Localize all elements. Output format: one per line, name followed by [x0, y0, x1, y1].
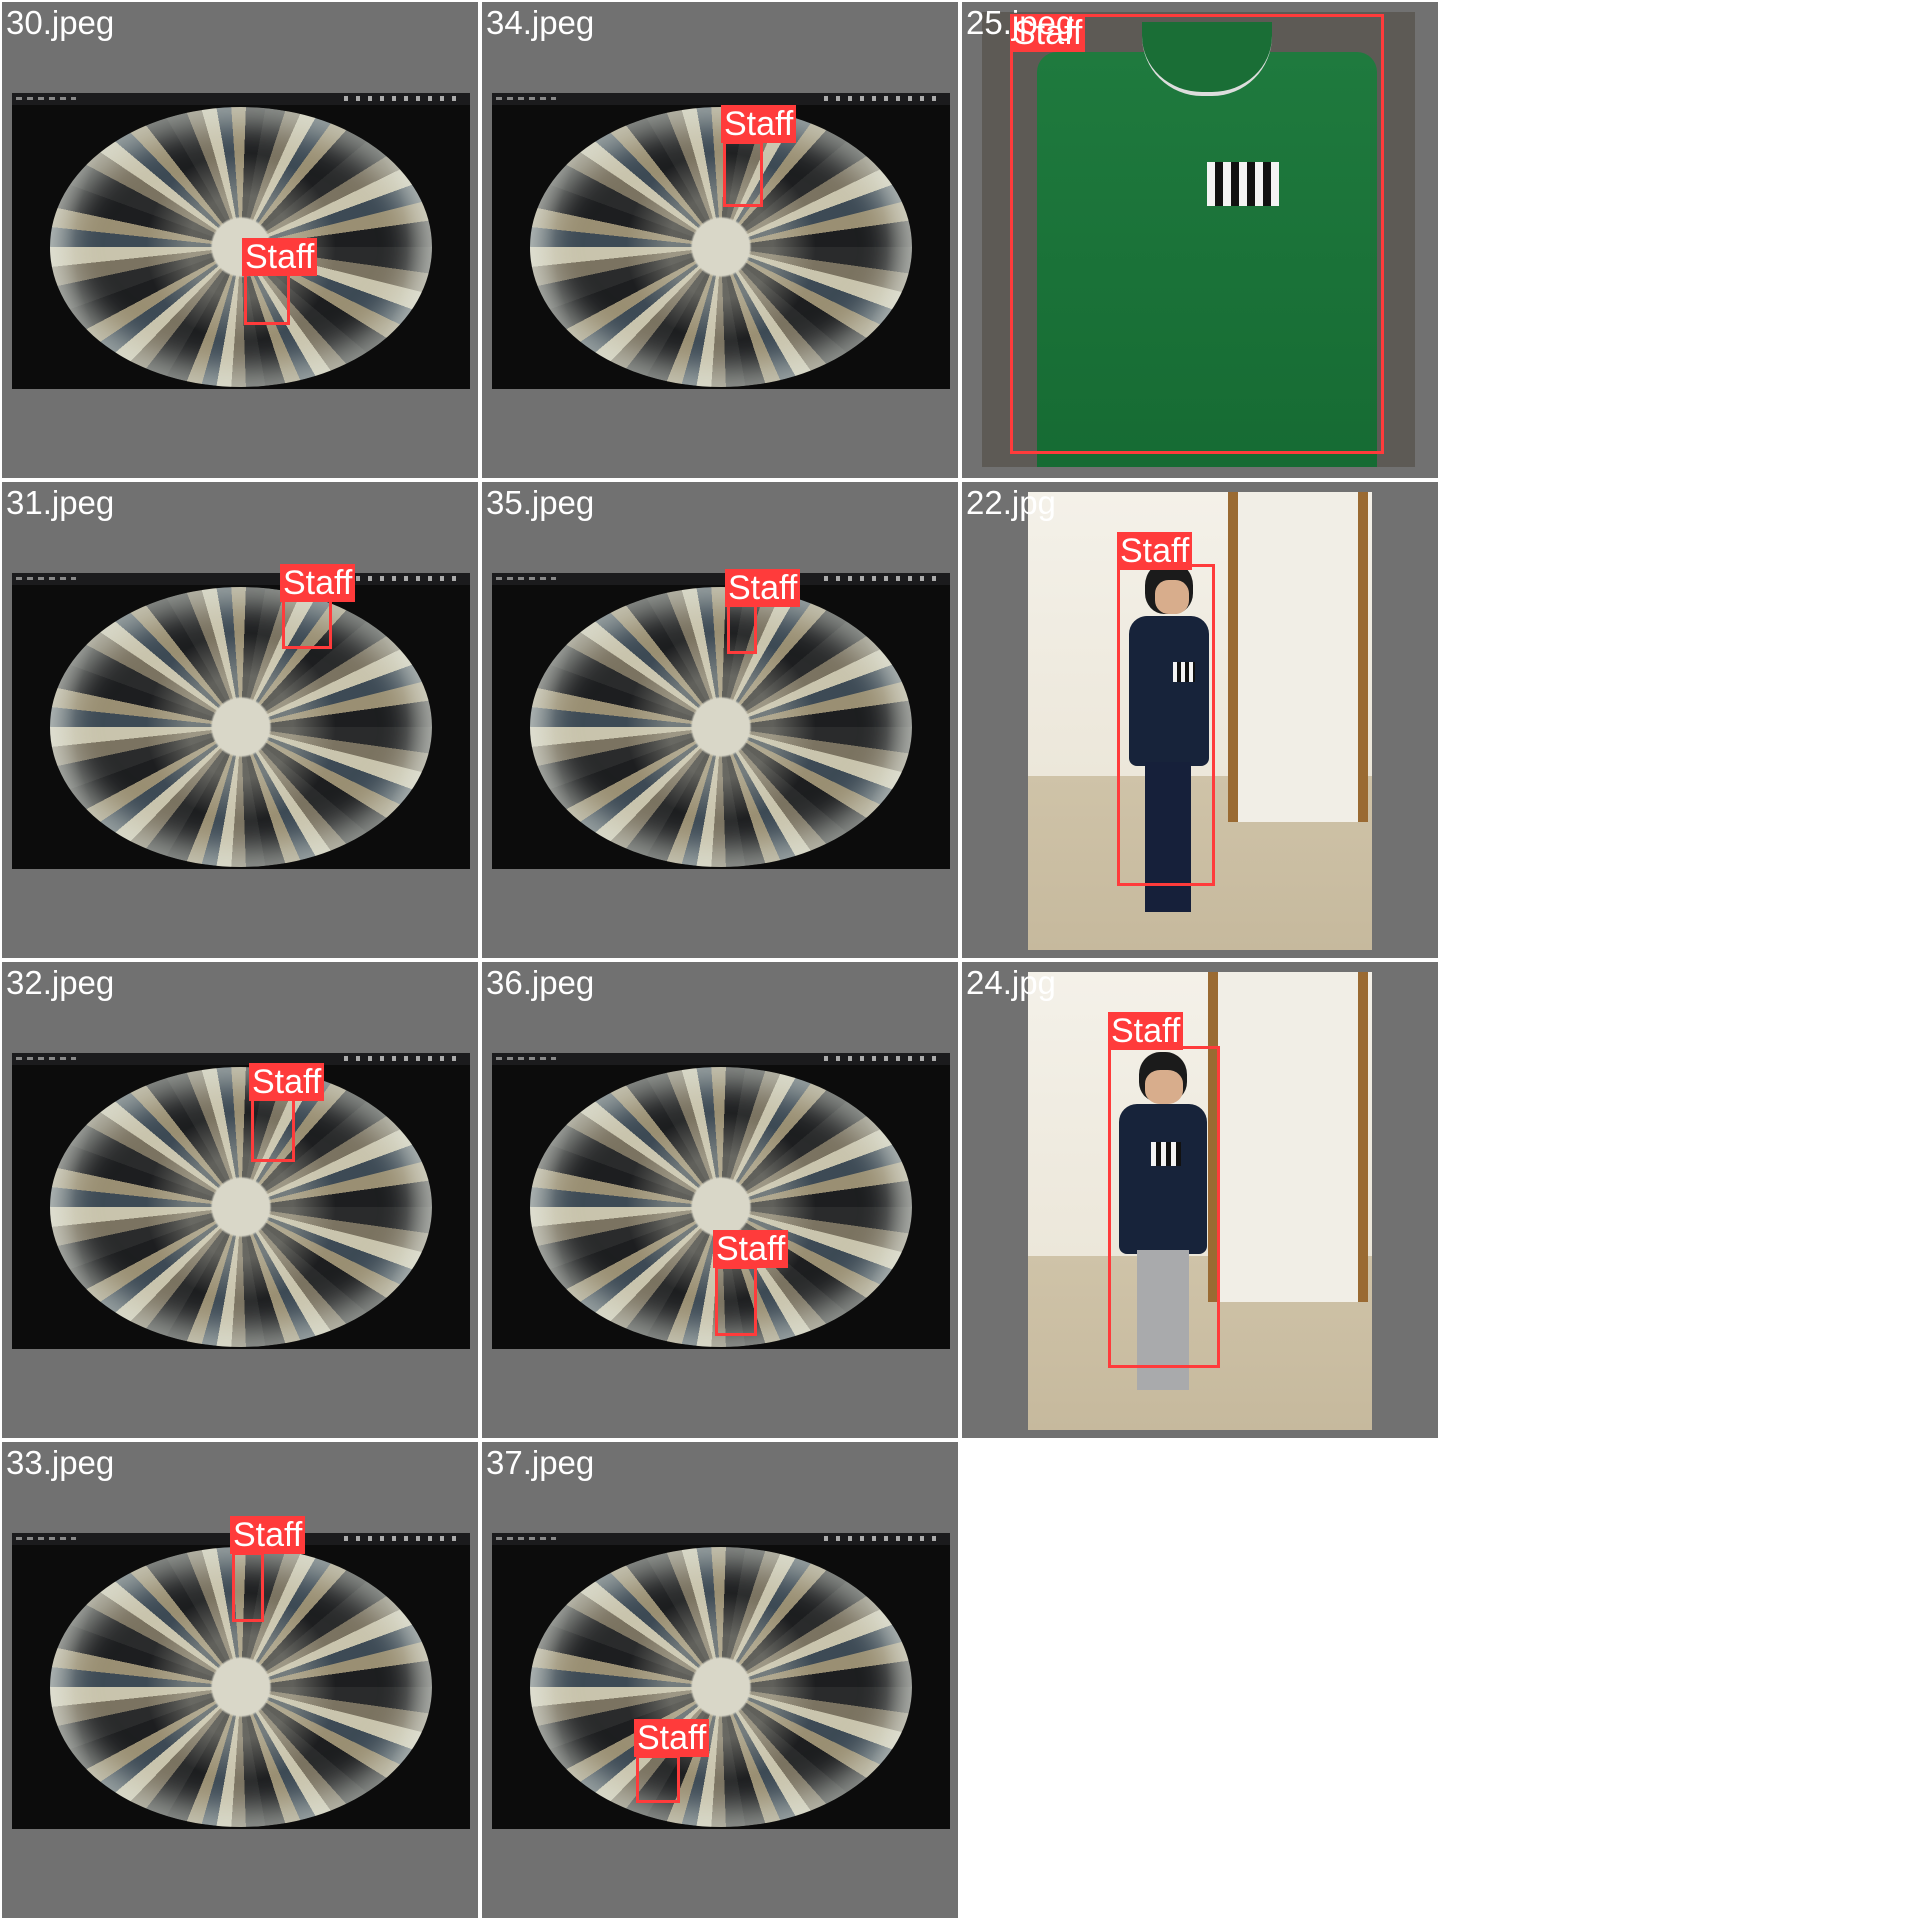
staff-bounding-box: [723, 141, 763, 207]
surveillance-frame: [492, 1533, 950, 1829]
fisheye-view: [530, 587, 912, 867]
staff-detection-label: Staff: [242, 238, 318, 276]
staff-detection-label: Staff: [1117, 532, 1193, 570]
staff-bounding-box: [1117, 564, 1215, 886]
surveillance-frame: [12, 1053, 470, 1349]
staff-bounding-box: [727, 604, 757, 654]
fisheye-view: [50, 587, 432, 867]
viewer-toolbar: [492, 1533, 950, 1545]
image-tile-22[interactable]: 22.jpg Staff: [962, 482, 1438, 958]
viewer-toolbar: [12, 573, 470, 585]
staff-detection-label: Staff: [230, 1516, 306, 1554]
tile-filename: 34.jpeg: [486, 4, 595, 41]
staff-detection-label: Staff: [280, 564, 356, 602]
tile-filename: 25.jpeg: [966, 4, 1075, 41]
staff-bounding-box: [636, 1755, 680, 1803]
staff-bounding-box: [244, 273, 290, 325]
staff-detection-label: Staff: [721, 105, 797, 143]
image-tile-34[interactable]: 34.jpeg Staff: [482, 2, 958, 478]
staff-detection-label: Staff: [725, 569, 801, 607]
image-tile-35[interactable]: 35.jpeg Staff: [482, 482, 958, 958]
tile-filename: 36.jpeg: [486, 964, 595, 1001]
staff-bounding-box: [232, 1552, 264, 1622]
staff-detection-label: Staff: [634, 1719, 710, 1757]
image-tile-31[interactable]: 31.jpeg Staff: [2, 482, 478, 958]
staff-detection-label: Staff: [713, 1230, 789, 1268]
image-tile-32[interactable]: 32.jpeg Staff: [2, 962, 478, 1438]
viewer-toolbar: [12, 1053, 470, 1065]
image-tile-33[interactable]: 33.jpeg Staff: [2, 1442, 478, 1918]
surveillance-frame: [12, 93, 470, 389]
viewer-toolbar: [492, 573, 950, 585]
viewer-toolbar: [12, 93, 470, 105]
fisheye-view: [50, 1067, 432, 1347]
surveillance-frame: [12, 573, 470, 869]
staff-detection-label: Staff: [1108, 1012, 1184, 1050]
fisheye-view: [50, 107, 432, 387]
tile-filename: 22.jpg: [966, 484, 1056, 521]
staff-bounding-box: [715, 1266, 757, 1336]
image-tile-36[interactable]: 36.jpeg Staff: [482, 962, 958, 1438]
staff-bounding-box: [251, 1098, 295, 1162]
surveillance-frame: [492, 573, 950, 869]
tile-filename: 31.jpeg: [6, 484, 115, 521]
image-tile-37[interactable]: 37.jpeg Staff: [482, 1442, 958, 1918]
fisheye-view: [530, 1547, 912, 1827]
closet-door: [1208, 972, 1368, 1302]
staff-detection-label: Staff: [249, 1063, 325, 1101]
image-tile-24[interactable]: 24.jpg Staff: [962, 962, 1438, 1438]
tile-filename: 33.jpeg: [6, 1444, 115, 1481]
image-tile-30[interactable]: 30.jpeg Staff: [2, 2, 478, 478]
tile-filename: 35.jpeg: [486, 484, 595, 521]
fisheye-view: [530, 107, 912, 387]
tile-filename: 24.jpg: [966, 964, 1056, 1001]
staff-bounding-box: [282, 599, 332, 649]
image-tile-25[interactable]: 25.jpeg Staff: [962, 2, 1438, 478]
tile-filename: 30.jpeg: [6, 4, 115, 41]
viewer-toolbar: [492, 1053, 950, 1065]
staff-bounding-box: [1010, 14, 1384, 454]
staff-bounding-box: [1108, 1046, 1220, 1368]
tile-filename: 32.jpeg: [6, 964, 115, 1001]
viewer-toolbar: [492, 93, 950, 105]
closet-door: [1228, 492, 1368, 822]
tile-filename: 37.jpeg: [486, 1444, 595, 1481]
